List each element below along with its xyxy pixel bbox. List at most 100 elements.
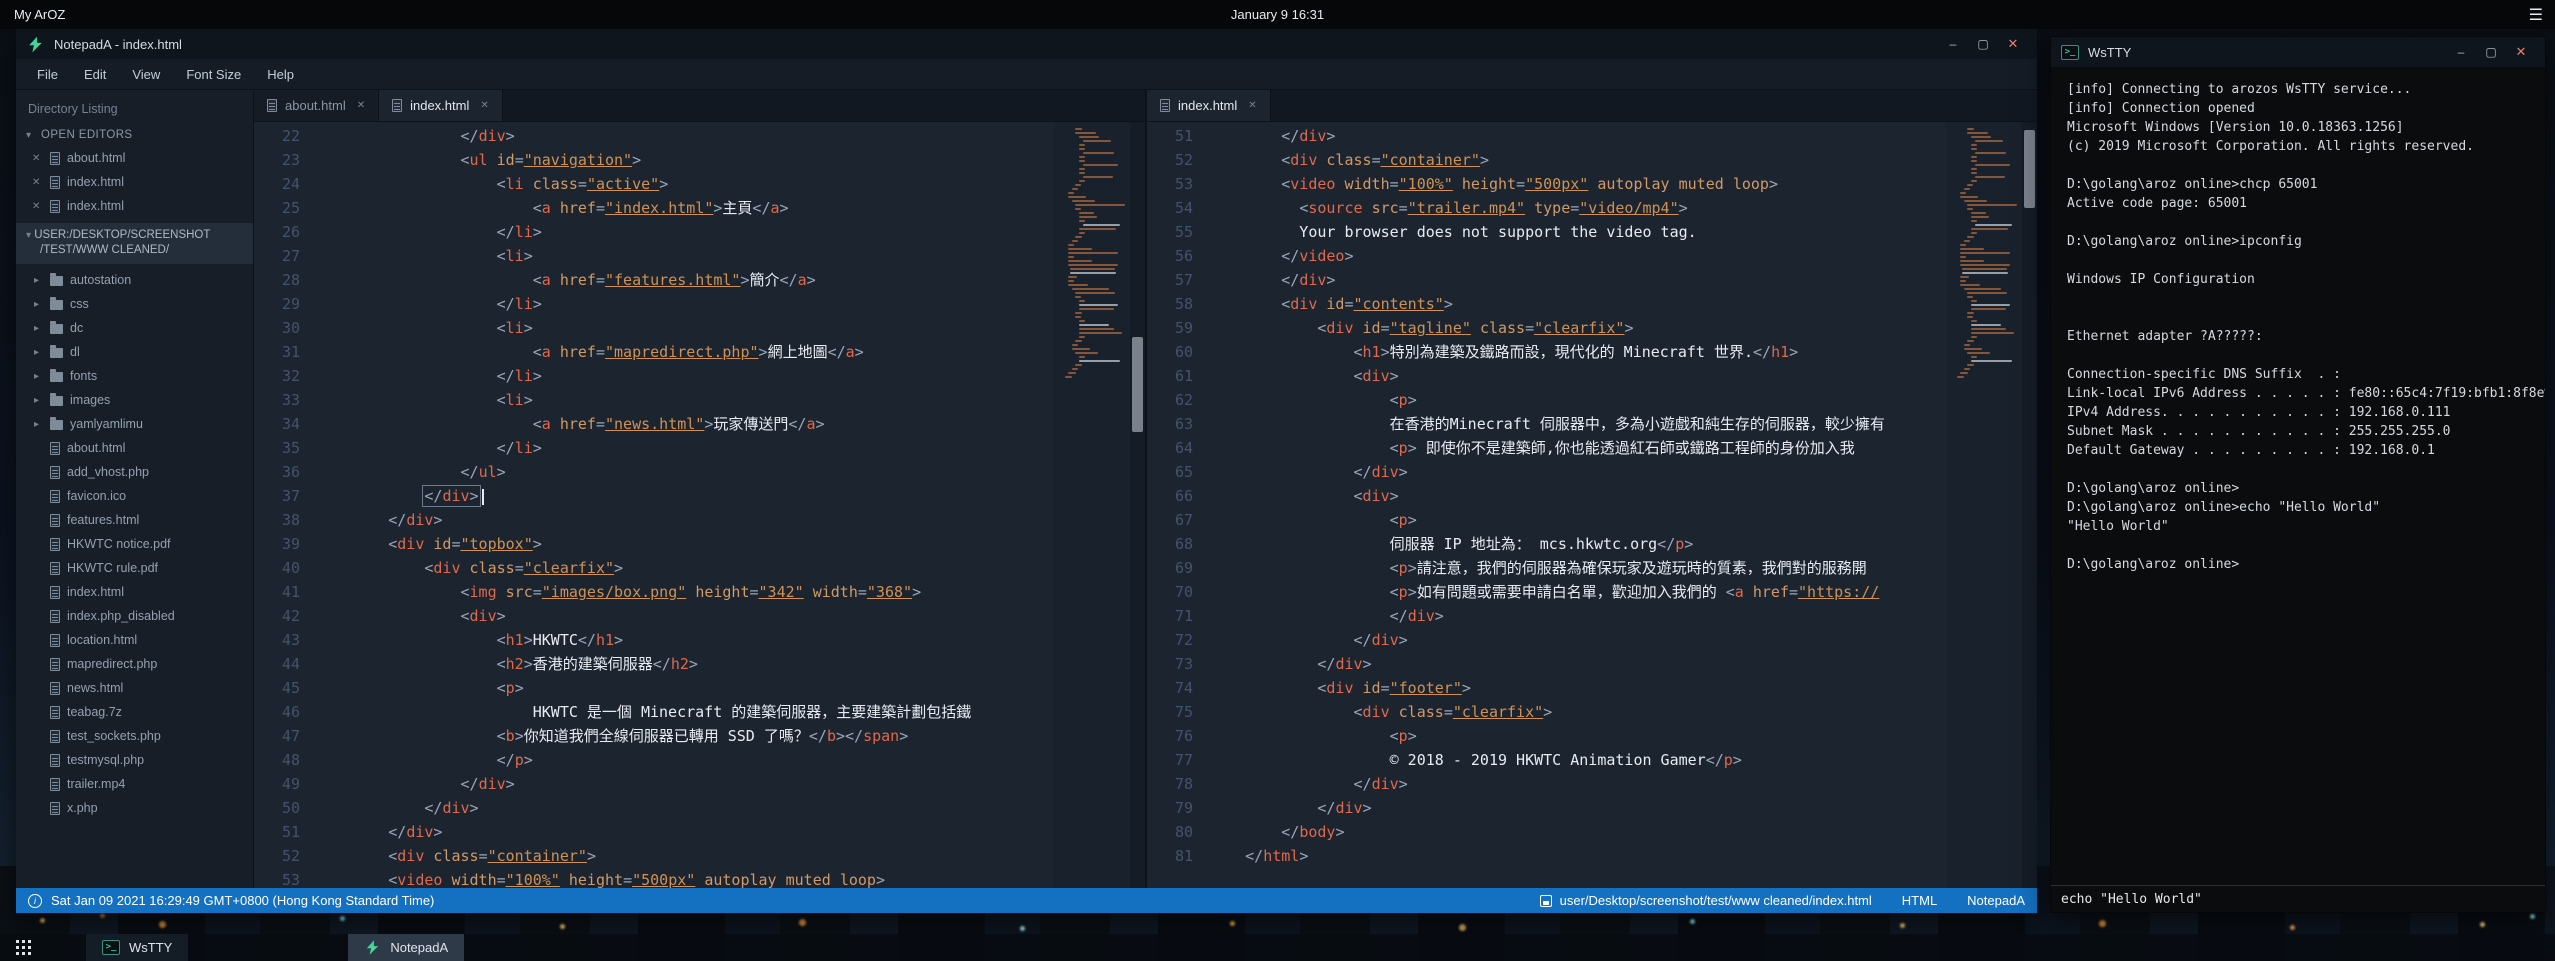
close-icon[interactable]: ✕ <box>1248 100 1256 111</box>
wstty-titlebar[interactable]: >_ WsTTY – ▢ ✕ <box>2051 37 2545 67</box>
line-number: 38 <box>254 508 300 532</box>
close-icon[interactable]: ✕ <box>1999 33 2027 55</box>
folder-item[interactable]: ▸css <box>16 292 253 316</box>
folder-item[interactable]: ▸yamlyamlimu <box>16 412 253 436</box>
line-number: 58 <box>1147 292 1193 316</box>
terminal-line: D:\golang\aroz online>ipconfig <box>2067 232 2529 251</box>
app-grid-button[interactable] <box>0 934 46 961</box>
minimap-line <box>1068 276 1076 278</box>
file-item[interactable]: favicon.ico <box>16 484 253 508</box>
minimap[interactable] <box>1054 122 1130 888</box>
line-number: 57 <box>1147 268 1193 292</box>
file-icon <box>50 586 60 599</box>
status-language: HTML <box>1902 893 1937 908</box>
minimap-line <box>1971 328 2006 330</box>
close-icon[interactable]: ✕ <box>480 100 488 111</box>
line-number: 40 <box>254 556 300 580</box>
close-icon[interactable]: ✕ <box>2507 41 2535 63</box>
taskbar-item-label: NotepadA <box>390 940 448 955</box>
folder-item[interactable]: ▸autostation <box>16 268 253 292</box>
line-number: 79 <box>1147 796 1193 820</box>
minimap-line <box>1075 132 1096 134</box>
file-item[interactable]: trailer.mp4 <box>16 772 253 796</box>
file-item[interactable]: index.php_disabled <box>16 604 253 628</box>
line-number: 60 <box>1147 340 1193 364</box>
tab-about-html[interactable]: about.html✕ <box>254 90 379 121</box>
line-number: 35 <box>254 436 300 460</box>
scrollbar[interactable] <box>1130 122 1145 888</box>
scrollbar[interactable] <box>2022 122 2037 888</box>
folder-item[interactable]: ▸fonts <box>16 364 253 388</box>
close-icon[interactable]: ✕ <box>32 153 43 164</box>
line-number: 23 <box>254 148 300 172</box>
code-line: <div> <box>1209 364 1946 388</box>
code-line: <li class="active"> <box>316 172 1054 196</box>
maximize-icon[interactable]: ▢ <box>2477 41 2505 63</box>
file-item[interactable]: teabag.7z <box>16 700 253 724</box>
minimap[interactable] <box>1946 122 2022 888</box>
file-item[interactable]: HKWTC notice.pdf <box>16 532 253 556</box>
menu-view[interactable]: View <box>119 62 173 87</box>
menu-help[interactable]: Help <box>254 62 307 87</box>
minimize-icon[interactable]: – <box>1939 33 1967 55</box>
minimap-line <box>1079 220 1085 222</box>
code-line: <ul id="navigation"> <box>316 148 1054 172</box>
scrollbar-thumb[interactable] <box>2024 130 2035 208</box>
file-item[interactable]: testmysql.php <box>16 748 253 772</box>
file-item[interactable]: index.html <box>16 580 253 604</box>
file-item[interactable]: location.html <box>16 628 253 652</box>
terminal-output[interactable]: [info] Connecting to arozos WsTTY servic… <box>2051 67 2545 885</box>
minimap-line <box>1075 208 1081 210</box>
open-editor-item[interactable]: ✕about.html <box>16 146 253 170</box>
file-item[interactable]: test_sockets.php <box>16 724 253 748</box>
open-editor-item[interactable]: ✕index.html <box>16 170 253 194</box>
taskbar-item-wstty[interactable]: >_ WsTTY <box>86 934 188 961</box>
code-area[interactable]: </div> <ul id="navigation"> <li class="a… <box>316 122 1054 888</box>
folder-item[interactable]: ▸dl <box>16 340 253 364</box>
hamburger-icon[interactable]: ☰ <box>2529 5 2543 25</box>
tabbar-right: index.html✕ <box>1147 90 2037 122</box>
file-item[interactable]: about.html <box>16 436 253 460</box>
notepada-titlebar[interactable]: NotepadA - index.html – ▢ ✕ <box>16 29 2037 59</box>
code-line: <p> <box>1209 508 1946 532</box>
info-icon: i <box>28 894 42 908</box>
open-editor-item[interactable]: ✕index.html <box>16 194 253 218</box>
workspace-root[interactable]: ▾ USER:/DESKTOP/SCREENSHOT /TEST/WWW CLE… <box>16 223 253 264</box>
terminal-input[interactable]: echo "Hello World" <box>2051 885 2545 912</box>
file-item[interactable]: HKWTC rule.pdf <box>16 556 253 580</box>
code-line: </div> <box>1209 652 1946 676</box>
tab-index-html[interactable]: index.html✕ <box>1147 90 1271 121</box>
folder-item[interactable]: ▸dc <box>16 316 253 340</box>
minimap-line <box>1083 152 1115 154</box>
file-item[interactable]: features.html <box>16 508 253 532</box>
tab-index-html[interactable]: index.html✕ <box>379 90 503 121</box>
menu-font-size[interactable]: Font Size <box>173 62 254 87</box>
menu-file[interactable]: File <box>24 62 71 87</box>
minimize-icon[interactable]: – <box>2447 41 2475 63</box>
code-area[interactable]: </div> <div class="container"> <video wi… <box>1209 122 1946 888</box>
minimap-line <box>1960 280 1966 282</box>
file-item[interactable]: news.html <box>16 676 253 700</box>
file-item[interactable]: mapredirect.php <box>16 652 253 676</box>
open-editors-header[interactable]: ▾ OPEN EDITORS <box>16 126 253 146</box>
line-number: 46 <box>254 700 300 724</box>
folder-item[interactable]: ▸images <box>16 388 253 412</box>
editor-pane-right: index.html✕ 5152535455565758596061626364… <box>1147 90 2037 888</box>
chevron-right-icon: ▸ <box>34 275 43 286</box>
file-item[interactable]: add_vhost.php <box>16 460 253 484</box>
file-label: add_vhost.php <box>67 465 149 479</box>
file-item[interactable]: x.php <box>16 796 253 820</box>
terminal-line: Active code page: 65001 <box>2067 194 2529 213</box>
scrollbar-thumb[interactable] <box>1132 337 1143 432</box>
menu-edit[interactable]: Edit <box>71 62 119 87</box>
minimap-line <box>1068 260 1092 262</box>
minimap-line <box>1975 224 2013 226</box>
close-icon[interactable]: ✕ <box>32 201 43 212</box>
chevron-down-icon: ▾ <box>26 130 35 141</box>
close-icon[interactable]: ✕ <box>357 100 365 111</box>
notepada-statusbar: i Sat Jan 09 2021 16:29:49 GMT+0800 (Hon… <box>16 888 2037 913</box>
minimap-line <box>1079 232 1085 234</box>
close-icon[interactable]: ✕ <box>32 177 43 188</box>
taskbar-item-notepada[interactable]: NotepadA <box>348 934 464 961</box>
maximize-icon[interactable]: ▢ <box>1969 33 1997 55</box>
